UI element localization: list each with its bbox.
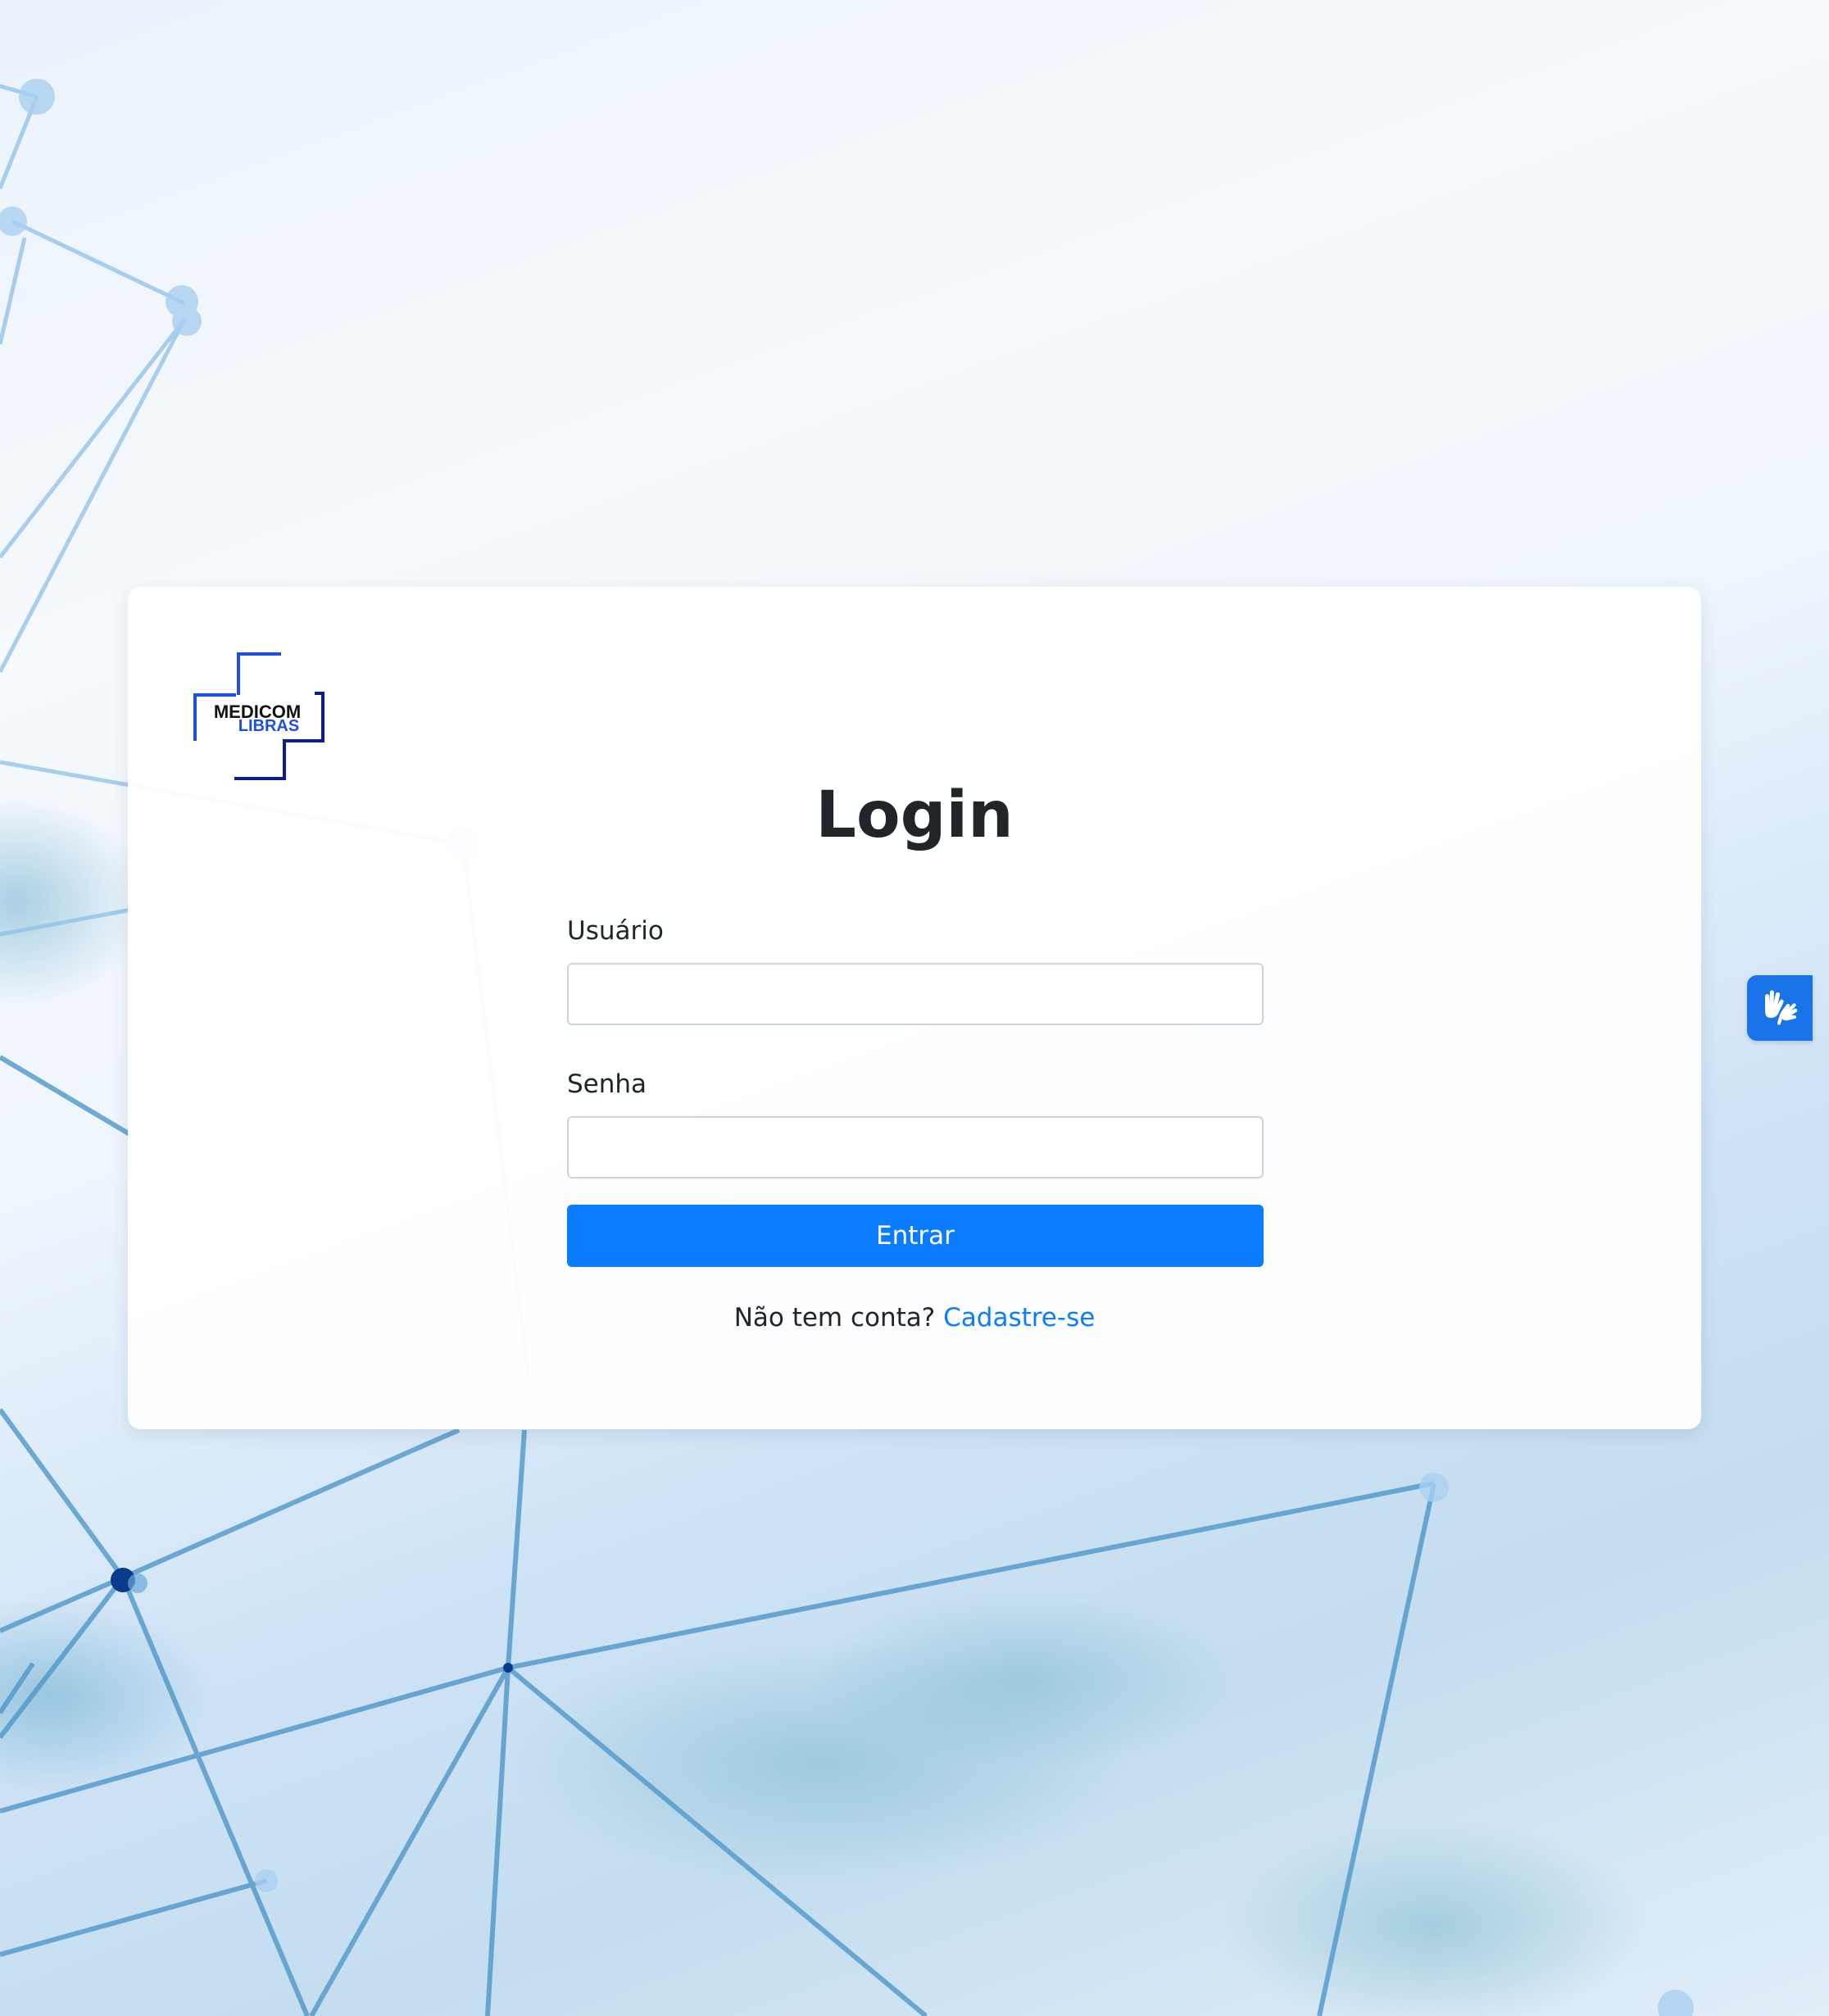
login-submit-button[interactable]: Entrar bbox=[567, 1205, 1264, 1267]
username-label: Usuário bbox=[567, 916, 664, 946]
login-form: Usuário Senha Entrar bbox=[567, 915, 1264, 1267]
page-title: Login bbox=[815, 779, 1014, 852]
medicom-libras-logo: MEDICOM LIBRAS bbox=[193, 652, 324, 783]
login-card: MEDICOM LIBRAS Login Usuário Senha Entra… bbox=[128, 587, 1701, 1429]
signup-prompt-text: Não tem conta? bbox=[733, 1303, 936, 1333]
signup-prompt: Não tem conta? Cadastre-se bbox=[128, 1303, 1701, 1333]
sign-language-hands-icon bbox=[1765, 990, 1798, 1025]
logo-text-libras: LIBRAS bbox=[238, 717, 299, 735]
libras-accessibility-button[interactable] bbox=[1747, 975, 1813, 1041]
password-input[interactable] bbox=[567, 1116, 1264, 1178]
password-label: Senha bbox=[567, 1069, 647, 1099]
username-input[interactable] bbox=[567, 963, 1264, 1025]
signup-link[interactable]: Cadastre-se bbox=[943, 1303, 1095, 1333]
